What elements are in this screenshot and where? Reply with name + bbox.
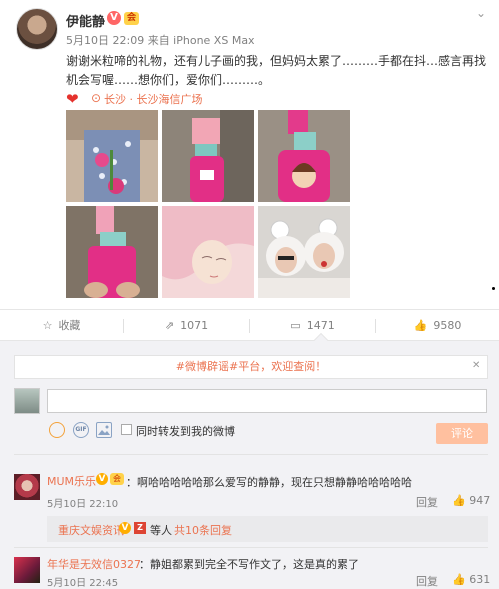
post-image-6[interactable] [258,206,350,298]
submit-comment-button[interactable]: 评论 [436,423,488,444]
location-link[interactable]: 长沙 · 长沙海信广场 [104,91,203,107]
image-icon[interactable] [96,422,112,438]
thumbs-up-icon: 👍 [452,494,466,507]
thumbs-up-icon: 👍 [413,319,428,332]
comment-like-button[interactable]: 👍 631 [452,573,490,586]
post-text: 谢谢米粒啼的礼物，还有儿子画的我，但妈妈太累了………手都在抖…感言再找机会写喔…… [66,54,487,87]
comment-like-count: 947 [469,494,491,507]
comment-count: 1471 [306,319,335,332]
comment-input[interactable] [47,389,487,413]
gif-icon[interactable]: GIF [73,422,89,438]
commenter-avatar[interactable] [14,474,40,500]
verified-badge-icon: V [107,11,121,25]
location-pin-icon: ⊙ [91,91,102,105]
repost-checkbox[interactable] [121,424,132,435]
stray-dot [492,287,495,290]
comment-time: 5月10日 22:45 [47,578,119,589]
commenter-avatar[interactable] [14,557,40,583]
view-replies-link[interactable]: 共10条回复 [174,522,232,538]
current-user-avatar [14,388,40,414]
repost-icon: ⇗ [164,319,175,332]
verified-badge-icon: V [96,473,108,485]
heart-icon: ❤ [66,90,79,108]
thumbs-up-icon: 👍 [452,573,466,586]
verified-badge-icon: V [119,522,131,534]
commenter-name[interactable]: 年华是无效信0327 [47,556,141,572]
divider [14,454,488,455]
divider [14,547,488,548]
commenter-name[interactable]: MUM乐乐 [47,473,96,489]
like-button[interactable]: 👍 9580 [376,310,499,342]
favorite-button[interactable]: ☆ 收藏 [0,310,123,342]
reply-button[interactable]: 回复 [416,494,438,510]
notice-text: #微博辟谣#平台，欢迎查阅！ [175,360,327,373]
post-action-bar: ☆ 收藏 ⇗ 1071 ▭ 1471 👍 9580 [0,309,499,341]
author-avatar[interactable] [16,8,58,50]
author-name[interactable]: 伊能静 [66,11,105,30]
post-image-1[interactable] [66,110,158,202]
post-meta: 5月10日 22:09 来自 iPhone XS Max [66,34,255,47]
member-badge-icon: 会 [124,12,139,25]
emoji-icon[interactable] [49,422,65,438]
comment-button[interactable]: ▭ 1471 [250,310,375,342]
post-image-4[interactable] [66,206,158,298]
like-count: 9580 [433,319,462,332]
comment-time: 5月10日 22:10 [47,499,119,510]
member-badge-icon: 会 [110,473,124,485]
notice-banner[interactable]: #微博辟谣#平台，欢迎查阅！ [14,355,488,379]
post-image-3[interactable] [258,110,350,202]
post-image-2[interactable] [162,110,254,202]
repost-button[interactable]: ⇗ 1071 [124,310,249,342]
close-icon[interactable]: ✕ [472,360,480,371]
repost-count: 1071 [180,319,209,332]
sub-reply-name[interactable]: 重庆文娱资讯 [58,522,124,538]
comment-text: ：静姐都累到完全不写作文了，这是真的累了 [139,558,359,571]
reply-button[interactable]: 回复 [416,573,438,589]
comment-text: ：啊哈哈哈哈哈那么爱写的静静，现在只想静静哈哈哈哈哈 [126,476,412,489]
favorite-label: 收藏 [58,319,81,332]
chevron-down-icon[interactable]: ⌄ [476,6,486,20]
comment-icon: ▭ [290,319,301,332]
post-image-5[interactable] [162,206,254,298]
repost-checkbox-label[interactable]: 同时转发到我的微博 [136,423,235,439]
star-icon: ☆ [42,319,53,332]
comment-like-button[interactable]: 👍 947 [452,494,490,507]
sub-reply-text: 等人 [150,524,172,537]
comment-like-count: 631 [469,573,491,586]
brand-badge-icon: Z [134,522,146,534]
